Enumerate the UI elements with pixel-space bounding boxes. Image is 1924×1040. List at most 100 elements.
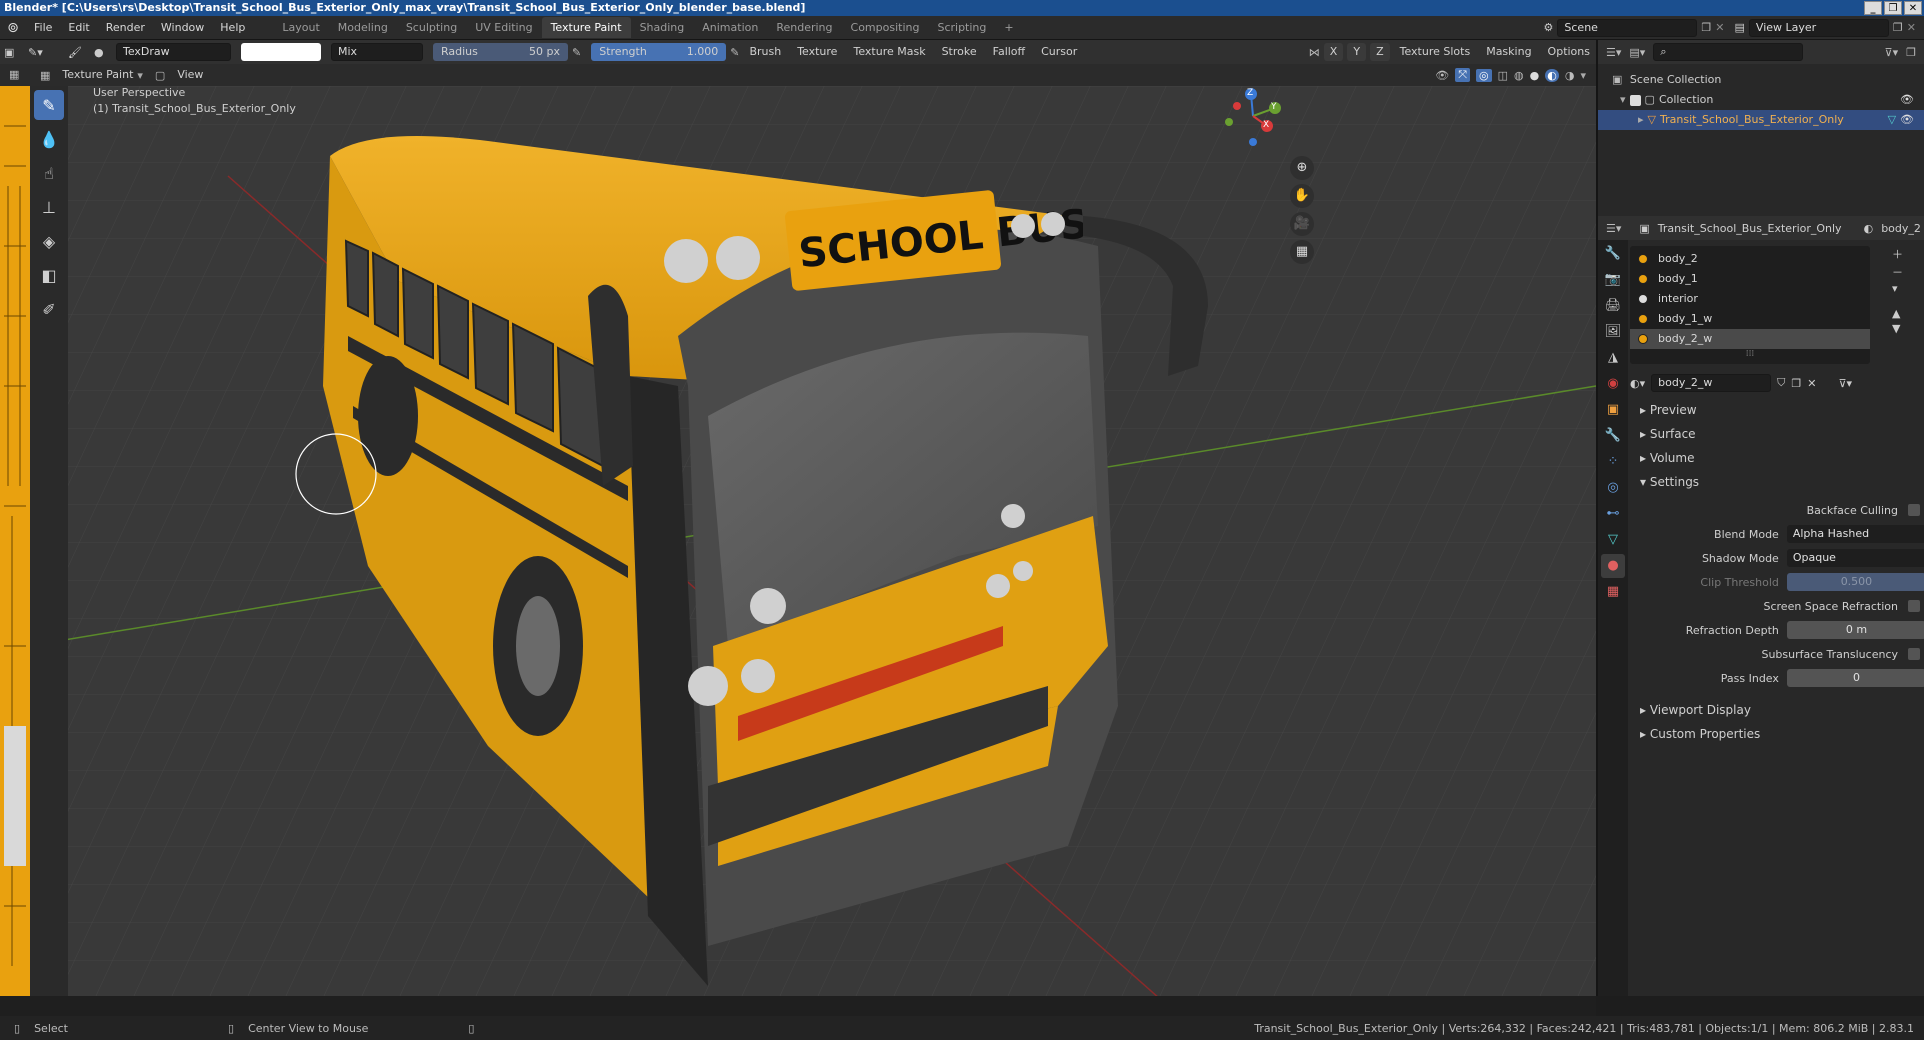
tab-physics[interactable]: ◎ [1601,476,1625,500]
menu-brush[interactable]: Brush [743,43,787,61]
outliner-editor-icon[interactable]: ☰▾ [1606,46,1621,59]
outliner-search-input[interactable]: ⌕ [1653,43,1804,61]
mask-tool[interactable]: ◧ [34,260,64,290]
menu-edit[interactable]: Edit [60,21,97,34]
panel-settings[interactable]: ▾ Settings [1630,470,1924,494]
add-slot-icon[interactable]: ＋ [1892,246,1903,262]
xray-toggle-icon[interactable]: ◫ [1498,69,1508,82]
smear-tool[interactable]: ☝ [34,158,64,188]
backface-culling-row[interactable]: Backface Culling [1630,498,1924,522]
image-editor-type-icon[interactable]: ▦ [9,68,19,81]
object-visibility-icon[interactable]: 👁 [1435,69,1449,82]
menu-texture-mask[interactable]: Texture Mask [847,43,931,61]
material-slot-body-2[interactable]: body_2 [1630,249,1870,269]
tab-constraints[interactable]: ⊷ [1601,502,1625,526]
collection-row[interactable]: ▾ ▢ Collection 👁 [1598,90,1924,110]
view-layer-field[interactable]: View Layer [1748,18,1889,37]
paint-mask-icon[interactable]: ▢ [155,69,165,82]
view-layer-remove-icon[interactable]: ✕ [1907,21,1916,34]
panel-preview[interactable]: ▸ Preview [1630,398,1924,422]
ssr-checkbox[interactable] [1908,600,1920,612]
brush-name-field[interactable]: TexDraw [116,43,231,61]
expand-chevron-icon[interactable]: ▾ [1620,90,1626,110]
tab-compositing[interactable]: Compositing [842,17,929,38]
material-slot-interior[interactable]: interior [1630,289,1870,309]
mirror-icon[interactable]: ⋈ [1309,46,1320,59]
material-browse-icon[interactable]: ◐▾ [1630,377,1645,390]
tab-modifiers[interactable]: 🔧 [1601,424,1625,448]
tab-texture[interactable]: ▦ [1601,580,1625,604]
mirror-x-toggle[interactable]: X [1323,43,1344,61]
mirror-z-toggle[interactable]: Z [1370,43,1390,61]
radius-slider[interactable]: Radius 50 px [433,43,568,61]
material-slot-body-1[interactable]: body_1 [1630,269,1870,289]
clip-threshold-field[interactable]: 0.500 [1786,573,1924,591]
remove-slot-icon[interactable]: － [1892,264,1903,280]
strength-slider[interactable]: Strength 1.000 [591,43,727,61]
color-swatch[interactable] [241,43,321,61]
fake-user-shield-icon[interactable]: ⛉ [1777,376,1785,390]
rendered-shading-icon[interactable]: ◑ [1565,69,1575,82]
image-editor-strip[interactable] [0,86,30,996]
mirror-y-toggle[interactable]: Y [1347,43,1367,61]
gizmo-toggle-icon[interactable]: ⤧ [1455,68,1471,82]
mode-dropdown-chevron-icon[interactable]: ▾ [137,69,143,82]
subsurface-checkbox[interactable] [1908,648,1920,660]
minimize-button[interactable]: _ [1864,1,1882,15]
blender-logo-icon[interactable]: ⊚ [0,20,26,36]
shadow-mode-dropdown[interactable]: Opaque [1786,549,1924,567]
visibility-eye-icon[interactable]: 👁 [1900,110,1914,130]
menu-window[interactable]: Window [153,21,212,34]
tab-particles[interactable]: ⁘ [1601,450,1625,474]
tool-icon[interactable]: ✎▾ [28,46,64,59]
duplicate-material-icon[interactable]: ❐ [1791,377,1801,390]
draw-tool[interactable]: ✎ [34,90,64,120]
strength-pressure-icon[interactable]: ✎ [730,46,739,59]
ssr-row[interactable]: Screen Space Refraction [1630,594,1924,618]
expand-chevron-icon[interactable]: ▸ [1638,110,1644,130]
material-slot-body-1-w[interactable]: body_1_w [1630,309,1870,329]
scene-copy-icon[interactable]: ❐ [1701,21,1711,34]
material-shading-icon[interactable]: ◐ [1545,68,1559,82]
menu-options[interactable]: Options [1542,43,1596,61]
subsurface-row[interactable]: Subsurface Translucency [1630,642,1924,666]
tab-world[interactable]: ◉ [1601,372,1625,396]
viewport-editor-icon[interactable]: ▦ [40,69,50,82]
material-slot-list[interactable]: body_2 body_1 interior body_1_w body_2_w… [1630,246,1870,364]
tab-output[interactable]: 🖨 [1601,294,1625,318]
menu-texture[interactable]: Texture [791,43,843,61]
add-workspace-button[interactable]: + [995,17,1022,38]
tab-layout[interactable]: Layout [273,17,328,38]
brush-icon[interactable]: 🖌 [68,46,90,59]
tab-material[interactable]: ● [1601,554,1625,578]
collection-checkbox[interactable] [1629,94,1641,106]
new-collection-icon[interactable]: ❐ [1906,46,1916,59]
view-layer-icon[interactable]: ▤ [1735,21,1745,34]
node-filter-icon[interactable]: ⊽▾ [1838,377,1852,390]
tab-view-layer[interactable]: 🖼 [1601,320,1625,344]
object-row[interactable]: ▸ ▽ Transit_School_Bus_Exterior_Only ▽ 👁 [1598,110,1924,130]
panel-viewport-display[interactable]: ▸ Viewport Display [1630,698,1924,722]
tab-scripting[interactable]: Scripting [928,17,995,38]
backface-culling-checkbox[interactable] [1908,504,1920,516]
material-name-field[interactable]: body_2_w [1651,374,1772,392]
visibility-eye-icon[interactable]: 👁 [1900,90,1914,110]
blend-mode-dropdown[interactable]: Mix [331,43,423,61]
scene-remove-icon[interactable]: ✕ [1715,21,1724,34]
annotate-tool[interactable]: ✐ [34,294,64,324]
scene-collection-row[interactable]: ▣ Scene Collection [1598,70,1924,90]
properties-editor-icon[interactable]: ☰▾ [1606,222,1621,235]
panel-custom-properties[interactable]: ▸ Custom Properties [1630,722,1924,746]
wireframe-shading-icon[interactable]: ◍ [1514,69,1524,82]
clone-tool[interactable]: ⊥ [34,192,64,222]
blend-mode-dropdown[interactable]: Alpha Hashed [1786,525,1924,543]
close-button[interactable]: ✕ [1904,1,1922,15]
unlink-material-icon[interactable]: ✕ [1807,377,1816,390]
tab-uv-editing[interactable]: UV Editing [466,17,541,38]
3d-viewport[interactable]: SCHOOL BUS User Perspective (1) Transit_… [68,86,1596,996]
radius-pressure-icon[interactable]: ✎ [572,46,581,59]
list-resize-handle[interactable]: ⁞⁞⁞ [1630,349,1870,361]
soften-tool[interactable]: 💧 [34,124,64,154]
panel-surface[interactable]: ▸ Surface [1630,422,1924,446]
mode-dropdown[interactable]: Texture Paint [56,66,139,84]
